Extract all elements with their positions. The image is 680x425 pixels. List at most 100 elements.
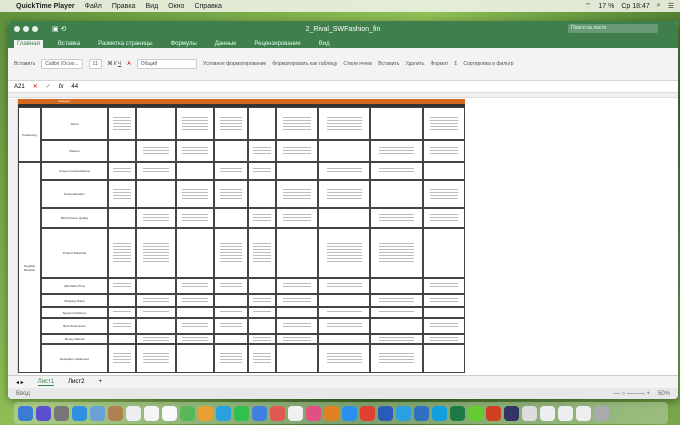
row-label[interactable]: Best Product Quality <box>41 208 108 228</box>
table-cell[interactable] <box>176 162 214 180</box>
dock-app-icon[interactable] <box>342 405 357 421</box>
table-cell[interactable] <box>423 208 465 228</box>
dock-app-icon[interactable] <box>36 405 51 421</box>
dock-app-icon[interactable] <box>72 405 87 421</box>
dock-app-icon[interactable] <box>522 405 537 421</box>
table-cell[interactable] <box>276 278 318 294</box>
table-cell[interactable] <box>214 334 248 344</box>
row-label[interactable]: Unique Customizations <box>41 162 108 180</box>
row-label[interactable]: Shipping Policy <box>41 294 108 307</box>
dock-app-icon[interactable] <box>198 405 213 421</box>
table-cell[interactable] <box>214 294 248 307</box>
dock-app-icon[interactable] <box>90 405 105 421</box>
tab-view[interactable]: Вид <box>316 40 333 48</box>
add-sheet-button[interactable]: + <box>98 379 102 385</box>
tab-page-layout[interactable]: Разметка страницы <box>95 40 155 48</box>
row-label[interactable]: Speed of Delivery <box>41 307 108 318</box>
dock-app-icon[interactable] <box>486 405 501 421</box>
table-cell[interactable] <box>214 318 248 334</box>
table-cell[interactable] <box>318 162 370 180</box>
table-cell[interactable] <box>276 208 318 228</box>
spreadsheet-grid[interactable]: Category Positioning Tangible Benefits Abo… <box>8 99 678 375</box>
dock-app-icon[interactable] <box>360 405 375 421</box>
dock-app-icon[interactable] <box>576 405 591 421</box>
insert-cells-button[interactable]: Вставить <box>378 61 399 67</box>
table-cell[interactable] <box>423 318 465 334</box>
table-cell[interactable] <box>176 228 214 278</box>
table-cell[interactable] <box>248 294 276 307</box>
table-cell[interactable] <box>276 344 318 373</box>
table-cell[interactable] <box>423 140 465 162</box>
table-cell[interactable] <box>318 344 370 373</box>
table-cell[interactable] <box>136 228 176 278</box>
table-cell[interactable] <box>176 278 214 294</box>
conditional-format-button[interactable]: Условное форматирование <box>203 61 267 67</box>
confirm-icon[interactable]: ✓ <box>46 83 51 90</box>
table-cell[interactable] <box>136 180 176 208</box>
table-cell[interactable] <box>176 307 214 318</box>
dock-app-icon[interactable] <box>414 405 429 421</box>
table-cell[interactable] <box>370 228 423 278</box>
cancel-icon[interactable]: ✕ <box>33 83 38 90</box>
table-cell[interactable] <box>214 162 248 180</box>
table-cell[interactable] <box>248 344 276 373</box>
table-cell[interactable] <box>248 334 276 344</box>
sum-icon[interactable]: Σ <box>454 61 457 67</box>
table-cell[interactable] <box>214 307 248 318</box>
table-cell[interactable] <box>248 107 276 140</box>
dock-app-icon[interactable] <box>234 405 249 421</box>
zoom-slider[interactable]: — ○ ——— + <box>614 391 650 397</box>
dock-app-icon[interactable] <box>378 405 393 421</box>
table-cell[interactable] <box>248 162 276 180</box>
table-cell[interactable] <box>176 334 214 344</box>
clock[interactable]: Ср 18:47 <box>621 3 649 10</box>
table-cell[interactable] <box>136 307 176 318</box>
table-cell[interactable] <box>136 208 176 228</box>
table-cell[interactable] <box>214 107 248 140</box>
dock-app-icon[interactable] <box>108 405 123 421</box>
menu-view[interactable]: Вид <box>146 3 159 10</box>
row-label[interactable]: Mission <box>41 140 108 162</box>
dock-app-icon[interactable] <box>468 405 483 421</box>
table-cell[interactable] <box>108 180 136 208</box>
table-cell[interactable] <box>423 228 465 278</box>
dock-app-icon[interactable] <box>450 405 465 421</box>
menu-window[interactable]: Окно <box>168 3 184 10</box>
sheet-tab-2[interactable]: Лист2 <box>68 379 84 385</box>
row-label[interactable]: Personalization <box>41 180 108 208</box>
dock-app-icon[interactable] <box>558 405 573 421</box>
dock-app-icon[interactable] <box>324 405 339 421</box>
number-format-select[interactable]: Общий <box>136 59 197 69</box>
table-cell[interactable] <box>276 228 318 278</box>
table-cell[interactable] <box>423 162 465 180</box>
table-cell[interactable] <box>423 307 465 318</box>
sort-filter-button[interactable]: Сортировка и фильтр <box>463 61 513 67</box>
table-cell[interactable] <box>370 318 423 334</box>
dock-app-icon[interactable] <box>594 405 609 421</box>
table-cell[interactable] <box>248 278 276 294</box>
menu-help[interactable]: Справка <box>194 3 221 10</box>
dock-app-icon[interactable] <box>144 405 159 421</box>
font-color-button[interactable]: A <box>127 61 130 67</box>
dock-app-icon[interactable] <box>216 405 231 421</box>
table-cell[interactable] <box>423 334 465 344</box>
tab-home[interactable]: Главная <box>14 40 43 48</box>
table-cell[interactable] <box>108 294 136 307</box>
wifi-icon[interactable]: ⌔ <box>585 2 592 11</box>
table-cell[interactable] <box>176 140 214 162</box>
table-cell[interactable] <box>108 228 136 278</box>
table-cell[interactable] <box>136 318 176 334</box>
tab-formulas[interactable]: Формулы <box>168 40 200 48</box>
dock-app-icon[interactable] <box>18 405 33 421</box>
table-cell[interactable] <box>176 318 214 334</box>
table-cell[interactable] <box>176 208 214 228</box>
table-cell[interactable] <box>370 162 423 180</box>
table-cell[interactable] <box>370 180 423 208</box>
sheet-tab-1[interactable]: Лист1 <box>37 379 55 386</box>
dock-app-icon[interactable] <box>504 405 519 421</box>
tab-insert[interactable]: Вставка <box>55 40 83 48</box>
table-cell[interactable] <box>136 334 176 344</box>
table-cell[interactable] <box>276 162 318 180</box>
table-cell[interactable] <box>370 208 423 228</box>
table-cell[interactable] <box>108 344 136 373</box>
